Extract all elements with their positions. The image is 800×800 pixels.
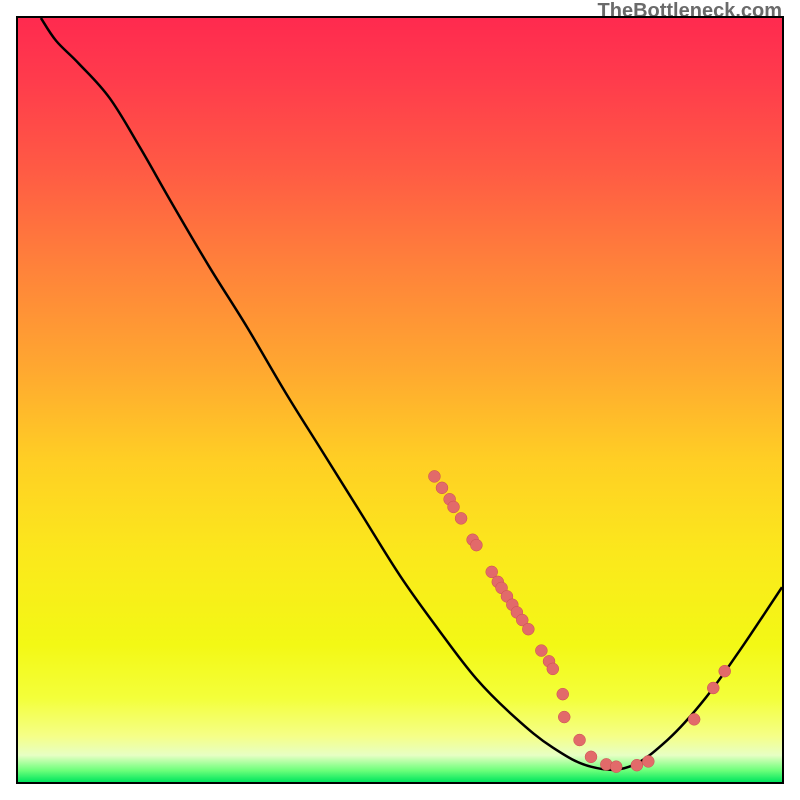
dot <box>574 734 586 746</box>
dot <box>719 665 731 677</box>
dot <box>557 688 569 700</box>
chart-frame: TheBottleneck.com <box>0 0 800 800</box>
dot <box>688 713 700 725</box>
dot <box>631 759 643 771</box>
chart-curve <box>41 18 782 770</box>
dot <box>436 482 448 494</box>
dot <box>522 623 534 635</box>
dot <box>585 751 597 763</box>
dot <box>558 711 570 723</box>
chart-overlay <box>18 18 782 782</box>
dot <box>428 470 440 482</box>
chart-scatter-dots <box>428 470 730 772</box>
dot <box>642 755 654 767</box>
dot <box>707 682 719 694</box>
dot <box>448 501 460 513</box>
dot <box>547 663 559 675</box>
plot-area <box>16 16 784 784</box>
dot <box>455 512 467 524</box>
dot <box>610 761 622 773</box>
dot <box>470 539 482 551</box>
dot <box>535 645 547 657</box>
